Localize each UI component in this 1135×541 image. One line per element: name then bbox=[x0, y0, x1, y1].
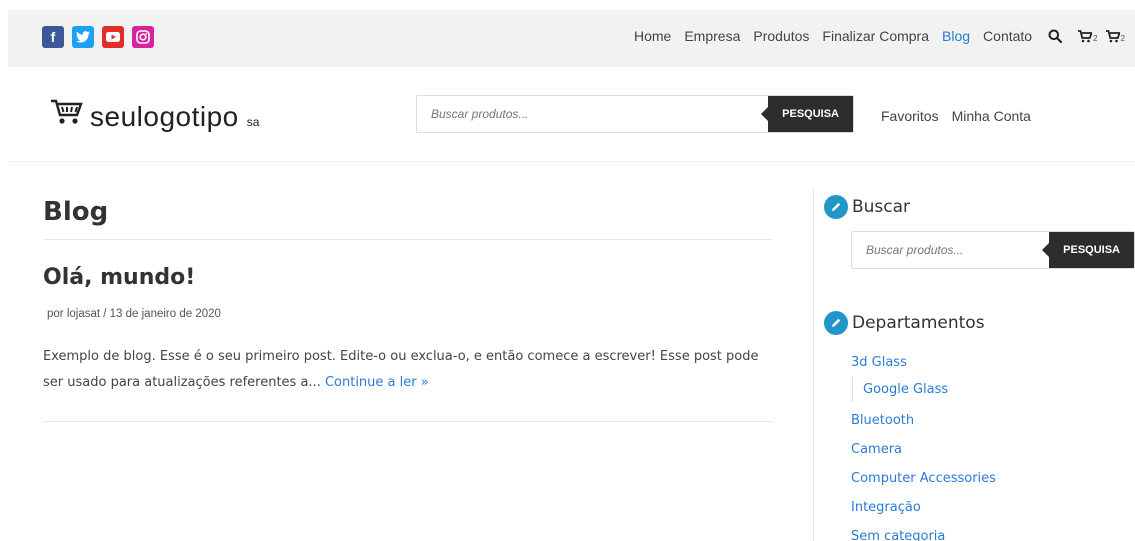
favoritos-link[interactable]: Favoritos bbox=[881, 108, 939, 124]
search-icon[interactable] bbox=[1048, 29, 1063, 43]
post-excerpt: Exemplo de blog. Esse é o seu primeiro p… bbox=[43, 344, 773, 396]
logo-text: seulogotipo bbox=[90, 101, 239, 132]
subcategory-item[interactable]: Google Glass bbox=[852, 377, 996, 402]
continue-reading-link[interactable]: Continue a ler » bbox=[325, 375, 429, 390]
main-nav: Home Empresa Produtos Finalizar Compra B… bbox=[621, 28, 1125, 44]
site-logo[interactable]: seulogotipo sa bbox=[50, 98, 259, 133]
page-title: Blog bbox=[43, 197, 109, 227]
twitter-icon[interactable] bbox=[72, 26, 94, 48]
widget-title-text: Buscar bbox=[852, 197, 911, 217]
header-divider bbox=[8, 161, 1135, 162]
search-input[interactable] bbox=[417, 96, 747, 132]
post-title[interactable]: Olá, mundo! bbox=[43, 265, 195, 290]
cart-icon[interactable]: 2 bbox=[1078, 29, 1098, 43]
post-divider bbox=[43, 421, 773, 422]
widget-title-departamentos: Departamentos bbox=[824, 311, 985, 335]
nav-produtos[interactable]: Produtos bbox=[753, 28, 809, 44]
pencil-icon bbox=[824, 195, 848, 219]
widget-title-buscar: Buscar bbox=[824, 195, 910, 219]
category-list: 3d Glass Google Glass Bluetooth Camera C… bbox=[851, 348, 996, 541]
sidebar-search: PESQUISA bbox=[851, 231, 1135, 269]
sidebar-divider bbox=[813, 189, 814, 541]
cart-count: 2 bbox=[1093, 33, 1098, 43]
minha-conta-link[interactable]: Minha Conta bbox=[952, 108, 1031, 124]
category-item[interactable]: Sem categoria bbox=[851, 522, 996, 541]
top-bar: f Home Empresa Produtos Finalizar Compra… bbox=[8, 10, 1135, 67]
category-item[interactable]: Computer Accessories bbox=[851, 464, 996, 493]
widget-title-text: Departamentos bbox=[852, 313, 985, 333]
pencil-icon bbox=[824, 311, 848, 335]
instagram-icon[interactable] bbox=[132, 26, 154, 48]
category-item[interactable]: Integração bbox=[851, 493, 996, 522]
post-meta: por lojasat / 13 de janeiro de 2020 bbox=[47, 308, 221, 320]
nav-empresa[interactable]: Empresa bbox=[684, 28, 740, 44]
nav-home[interactable]: Home bbox=[634, 28, 671, 44]
social-links: f bbox=[42, 26, 154, 48]
title-divider bbox=[43, 239, 773, 240]
cart-logo-icon bbox=[50, 98, 84, 130]
header-search: PESQUISA bbox=[416, 95, 854, 133]
facebook-icon[interactable]: f bbox=[42, 26, 64, 48]
account-links: Favoritos Minha Conta bbox=[881, 108, 1031, 124]
category-item[interactable]: 3d Glass bbox=[851, 348, 996, 377]
nav-finalizar-compra[interactable]: Finalizar Compra bbox=[822, 28, 929, 44]
category-item[interactable]: Camera bbox=[851, 435, 996, 464]
logo-suffix: sa bbox=[246, 115, 260, 129]
sidebar-search-button[interactable]: PESQUISA bbox=[1042, 232, 1134, 268]
nav-contato[interactable]: Contato bbox=[983, 28, 1032, 44]
search-button[interactable]: PESQUISA bbox=[761, 96, 853, 132]
cart-count: 2 bbox=[1120, 33, 1125, 43]
cart-icon[interactable]: 2 bbox=[1105, 29, 1125, 43]
sidebar-search-input[interactable] bbox=[852, 232, 1032, 268]
nav-blog[interactable]: Blog bbox=[942, 28, 970, 44]
youtube-icon[interactable] bbox=[102, 26, 124, 48]
category-item[interactable]: Bluetooth bbox=[851, 406, 996, 435]
